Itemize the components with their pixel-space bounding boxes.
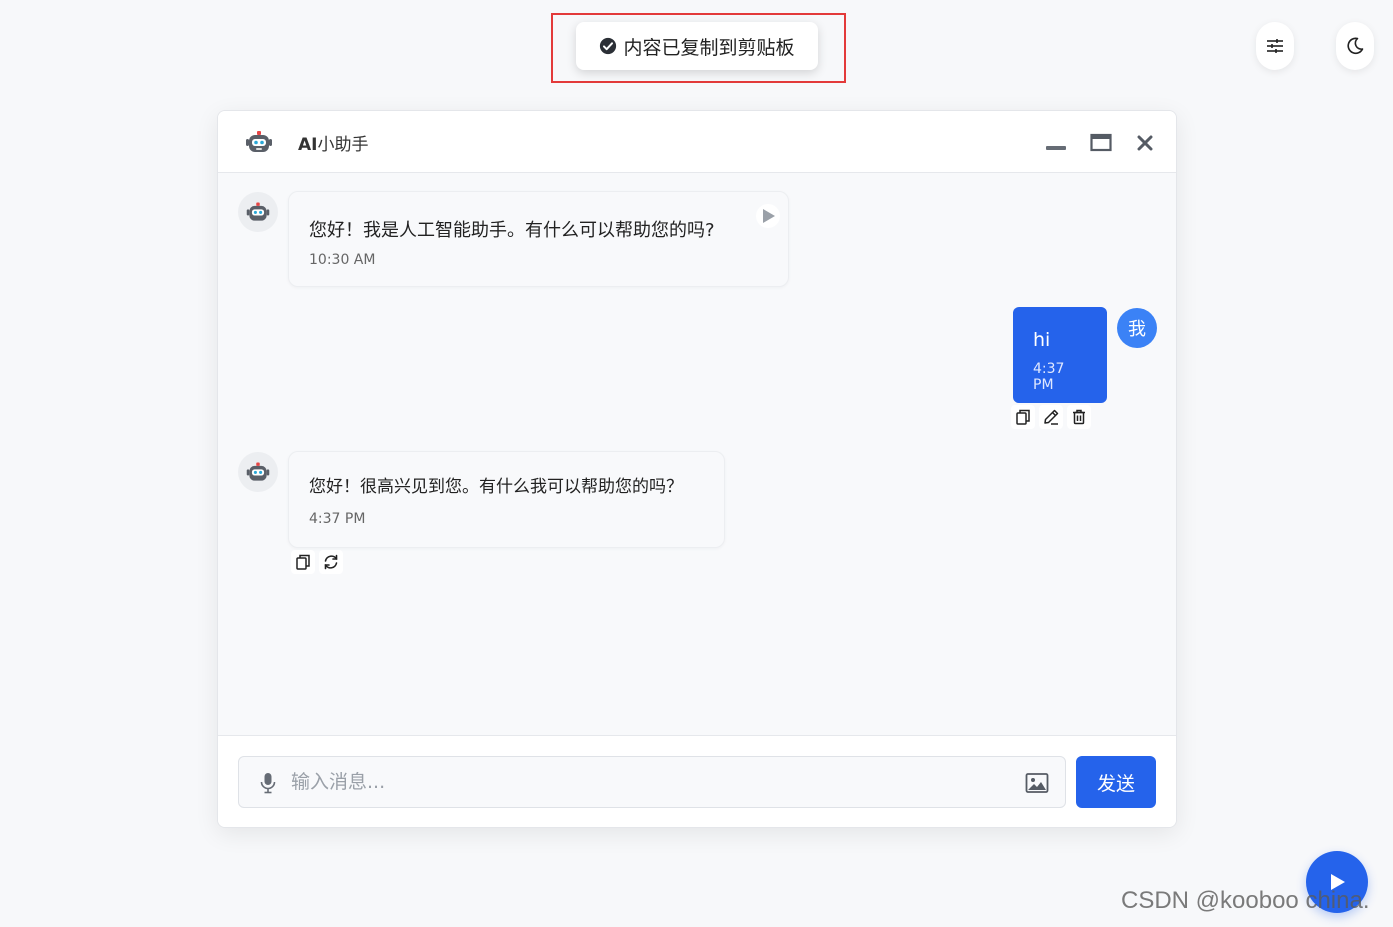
moon-icon [1347, 37, 1364, 55]
toast-text: 内容已复制到剪贴板 [623, 36, 795, 59]
robot-avatar-icon [246, 202, 270, 221]
watermark-text: CSDN @kooboo china. [1121, 887, 1370, 914]
message-text: 您好！我是人工智能助手。有什么可以帮助您的吗? [309, 220, 715, 241]
chat-title: AI小助手 [298, 135, 369, 155]
message-text: 您好！很高兴见到您。有什么我可以帮助您的吗？ [309, 477, 683, 497]
minimize-button[interactable] [1044, 131, 1068, 155]
user-avatar: 我 [1117, 308, 1157, 348]
message-input-box [238, 756, 1066, 808]
bot-avatar [238, 452, 278, 492]
bot-message-bubble: 您好！很高兴见到您。有什么我可以帮助您的吗？ 4:37 PM [288, 451, 725, 548]
delete-button[interactable] [1067, 405, 1091, 429]
copy-toast: 内容已复制到剪贴板 [576, 22, 818, 70]
maximize-button[interactable] [1089, 131, 1113, 155]
close-button[interactable] [1133, 131, 1157, 155]
bot-message-actions [291, 550, 343, 574]
chat-window: AI小助手 您好！我是人工智能助手。有什么可以帮助您的吗? 10:30 AM 我… [217, 110, 1177, 828]
microphone-icon[interactable] [259, 772, 277, 794]
input-area: 发送 [218, 735, 1176, 827]
send-button[interactable]: 发送 [1076, 756, 1156, 808]
chat-header: AI小助手 [218, 111, 1176, 173]
copy-icon [1016, 409, 1030, 425]
close-icon [1137, 135, 1153, 151]
play-icon [763, 209, 775, 223]
message-text: hi [1033, 329, 1051, 351]
refresh-icon [324, 554, 338, 570]
message-time: 4:37 PM [1033, 361, 1065, 393]
user-message-bubble: hi 4:37 PM [1013, 307, 1107, 403]
play-audio-button[interactable] [756, 204, 780, 228]
copy-button[interactable] [291, 550, 315, 574]
copy-button[interactable] [1011, 405, 1035, 429]
sliders-icon [1267, 39, 1283, 53]
message-time: 10:30 AM [309, 252, 376, 268]
message-time: 4:37 PM [309, 511, 366, 527]
minimize-icon [1046, 146, 1066, 150]
copy-icon [296, 554, 310, 570]
maximize-icon [1090, 133, 1112, 152]
robot-avatar-icon [246, 131, 272, 152]
trash-icon [1073, 409, 1085, 425]
settings-button[interactable] [1256, 22, 1294, 70]
image-upload-icon[interactable] [1025, 772, 1049, 794]
check-circle-icon [600, 37, 617, 55]
edit-button[interactable] [1039, 405, 1063, 429]
user-message-actions [1011, 405, 1091, 429]
pencil-icon [1044, 409, 1059, 425]
bot-message-bubble: 您好！我是人工智能助手。有什么可以帮助您的吗? 10:30 AM [288, 191, 789, 287]
bot-avatar [238, 192, 278, 232]
robot-avatar-icon [246, 462, 270, 481]
regenerate-button[interactable] [319, 550, 343, 574]
message-input[interactable] [289, 757, 1009, 807]
theme-toggle-button[interactable] [1336, 22, 1374, 70]
